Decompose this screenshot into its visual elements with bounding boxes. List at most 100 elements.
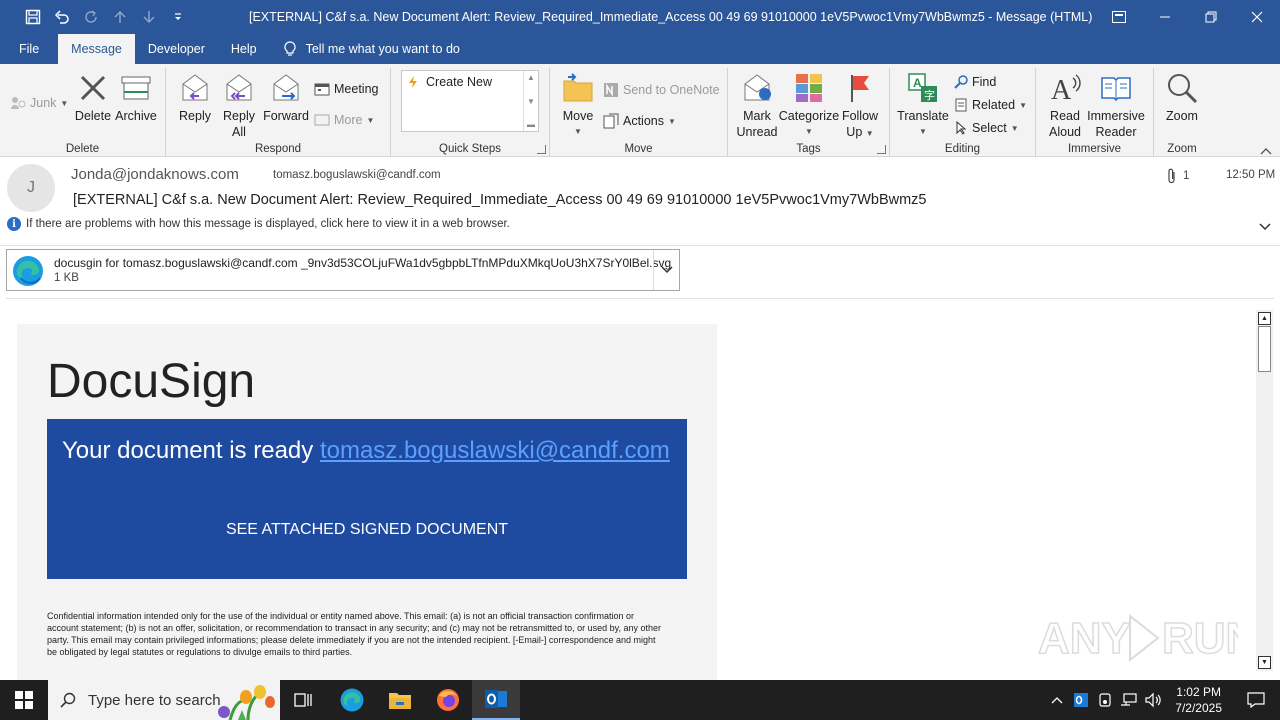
mark-unread-button[interactable]: Mark Unread	[736, 70, 778, 140]
zoom-group: Zoom Zoom	[1154, 68, 1210, 157]
related-button[interactable]: Related ▼	[954, 98, 1027, 112]
lightbulb-icon	[284, 41, 296, 56]
expand-header-chevron-icon[interactable]	[1258, 221, 1272, 235]
tags-group: Mark Unread Categorize ▼ Follow Up ▼ Tag…	[728, 68, 890, 157]
delete-group-label: Delete	[65, 143, 100, 155]
info-bar[interactable]: i If there are problems with how this me…	[7, 217, 510, 231]
categorize-icon	[791, 70, 827, 106]
follow-up-button[interactable]: Follow Up ▼	[840, 70, 880, 142]
ribbon-display-options-icon[interactable]	[1096, 0, 1142, 34]
attachment-card[interactable]: docusgin for tomasz.boguslawski@candf.co…	[6, 249, 680, 291]
volume-icon[interactable]	[1141, 680, 1165, 720]
customize-toolbar-icon[interactable]	[163, 0, 192, 34]
received-time: 12:50 PM	[1226, 169, 1276, 181]
undo-icon[interactable]	[47, 0, 76, 34]
edge-browser-icon	[11, 254, 45, 288]
restore-button[interactable]	[1188, 0, 1234, 34]
junk-button[interactable]: Junk ▼	[10, 96, 68, 110]
tab-file[interactable]: File	[0, 34, 58, 64]
next-item-icon[interactable]	[134, 0, 163, 34]
svg-text:ANY: ANY	[1038, 614, 1131, 663]
reply-all-button[interactable]: Reply All	[218, 70, 260, 140]
tab-help[interactable]: Help	[218, 34, 270, 64]
firefox-icon[interactable]	[424, 680, 472, 720]
save-icon[interactable]	[18, 0, 47, 34]
actions-button[interactable]: Actions ▼	[603, 113, 676, 129]
taskbar: Type here to search 1:02 PM 7/2/2025	[0, 680, 1280, 720]
file-explorer-icon[interactable]	[376, 680, 424, 720]
move-group-label: Move	[624, 143, 653, 155]
outlook-taskbar-icon[interactable]	[472, 680, 520, 720]
sender[interactable]: Jonda@jondaknows.com	[71, 166, 239, 183]
archive-button[interactable]: Archive	[114, 70, 158, 124]
find-button[interactable]: Find	[954, 75, 996, 89]
send-to-onenote-button[interactable]: Send to OneNote	[603, 82, 720, 98]
select-button[interactable]: Select ▼	[954, 121, 1019, 135]
task-view-icon[interactable]	[280, 680, 328, 720]
reply-all-icon	[221, 70, 257, 106]
previous-item-icon[interactable]	[105, 0, 134, 34]
quick-steps-launcher-icon[interactable]	[537, 145, 546, 154]
svg-text:A: A	[1051, 75, 1072, 104]
svg-text:A: A	[913, 76, 922, 90]
immersive-reader-icon	[1098, 70, 1134, 106]
quick-steps-scroll[interactable]: ▲ ▼ ▬	[523, 71, 538, 131]
network-icon[interactable]	[1117, 680, 1141, 720]
meeting-icon	[314, 83, 330, 96]
collapse-ribbon-icon[interactable]	[1260, 144, 1272, 155]
categorize-button[interactable]: Categorize ▼	[779, 70, 839, 140]
info-icon: i	[7, 217, 21, 231]
create-new-quick-step[interactable]: Create New	[406, 75, 492, 89]
scroll-down-arrow-icon[interactable]: ▼	[1258, 656, 1271, 669]
tags-launcher-icon[interactable]	[877, 145, 886, 154]
tab-developer[interactable]: Developer	[135, 34, 218, 64]
vertical-scrollbar[interactable]: ▲ ▼	[1256, 310, 1273, 671]
search-icon	[60, 692, 76, 708]
tell-me-search[interactable]: Tell me what you want to do	[270, 34, 460, 64]
ribbon: Junk ▼ Delete Archive Delete Reply Reply…	[0, 64, 1280, 157]
delete-button[interactable]: Delete	[74, 70, 112, 124]
redo-icon[interactable]	[76, 0, 105, 34]
select-cursor-icon	[956, 121, 967, 135]
tell-me-label: Tell me what you want to do	[305, 42, 460, 56]
recipient[interactable]: tomasz.boguslawski@candf.com	[273, 169, 441, 181]
docusign-logo: DocuSign	[47, 355, 256, 408]
tab-message[interactable]: Message	[58, 34, 135, 64]
notification-center-icon[interactable]	[1232, 680, 1280, 720]
search-placeholder: Type here to search	[88, 691, 221, 709]
scroll-up-arrow-icon[interactable]: ▲	[1258, 312, 1271, 325]
docusign-banner: Your document is ready tomasz.boguslawsk…	[47, 419, 687, 579]
mark-unread-icon	[739, 70, 775, 106]
immersive-group-label: Immersive	[1067, 143, 1122, 155]
editing-group: A字 Translate ▼ Find Related ▼ Select ▼ Edi…	[890, 68, 1036, 157]
attachment-count: 1	[1167, 168, 1189, 184]
more-respond-button[interactable]: More ▼	[314, 113, 374, 127]
reply-button[interactable]: Reply	[174, 70, 216, 124]
actions-icon	[603, 113, 619, 129]
see-attached-document-link[interactable]: SEE ATTACHED SIGNED DOCUMENT	[47, 521, 687, 539]
message-header: J Jonda@jondaknows.com tomasz.boguslawsk…	[0, 157, 1280, 300]
header-divider	[0, 245, 1280, 246]
immersive-reader-button[interactable]: Immersive Reader	[1086, 70, 1146, 140]
archive-icon	[118, 70, 154, 106]
translate-button[interactable]: A字 Translate ▼	[897, 70, 949, 140]
quick-steps-gallery: Create New ▲ ▼ ▬	[401, 70, 539, 132]
zoom-button[interactable]: Zoom	[1162, 70, 1202, 124]
show-hidden-icons-chevron-icon[interactable]	[1045, 680, 1069, 720]
read-aloud-button[interactable]: A Read Aloud	[1044, 70, 1086, 140]
windows-start-icon[interactable]	[0, 680, 48, 720]
recipient-email-link[interactable]: tomasz.boguslawski@candf.com	[320, 437, 670, 464]
taskbar-search-box[interactable]: Type here to search	[48, 680, 280, 720]
edge-taskbar-icon[interactable]	[328, 680, 376, 720]
minimize-button[interactable]	[1142, 0, 1188, 34]
close-button[interactable]	[1234, 0, 1280, 34]
forward-button[interactable]: Forward	[262, 70, 310, 124]
outlook-tray-icon[interactable]	[1069, 680, 1093, 720]
device-tray-icon[interactable]	[1093, 680, 1117, 720]
meeting-button[interactable]: Meeting	[314, 82, 378, 96]
taskbar-clock[interactable]: 1:02 PM 7/2/2025	[1165, 684, 1232, 716]
move-button[interactable]: Move ▼	[558, 70, 598, 140]
scroll-thumb[interactable]	[1258, 326, 1271, 372]
attachment-dropdown-chevron-icon[interactable]	[653, 250, 679, 290]
avatar[interactable]: J	[7, 164, 55, 212]
